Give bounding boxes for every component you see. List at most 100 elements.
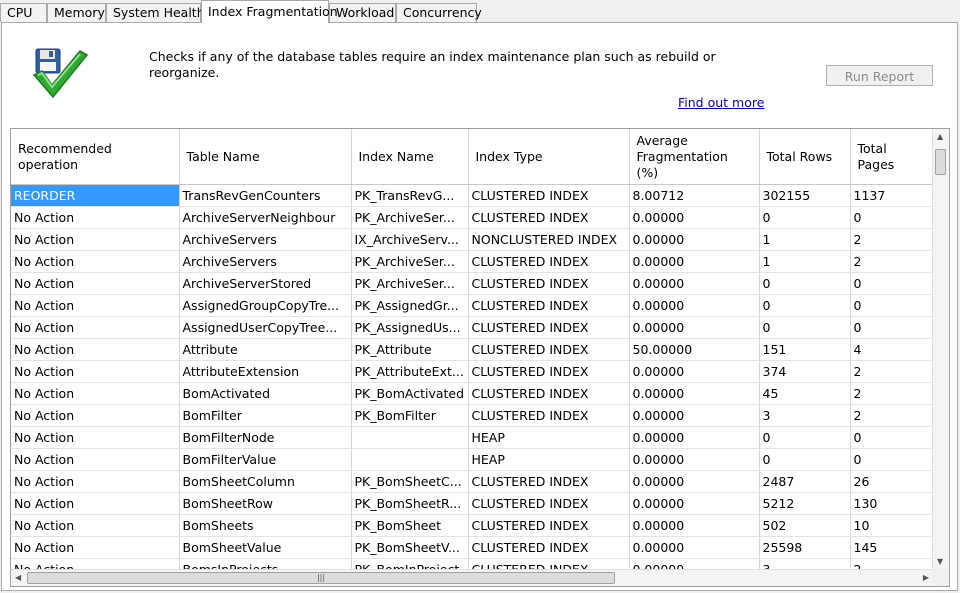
scroll-left-icon[interactable]: ◀: [15, 573, 21, 583]
table-cell[interactable]: BomActivated: [179, 382, 352, 405]
table-cell[interactable]: No Action: [11, 536, 180, 559]
table-row[interactable]: No Action ArchiveServerStored PK_ArchiveSe…: [11, 272, 935, 295]
table-cell[interactable]: BomSheetValue: [179, 536, 352, 559]
table-cell[interactable]: 25598: [759, 536, 851, 559]
table-cell[interactable]: PK_BomActivated: [351, 382, 469, 405]
table-cell[interactable]: ArchiveServers: [179, 250, 352, 273]
vertical-scrollbar[interactable]: ▲ ▼: [932, 129, 949, 570]
table-cell[interactable]: PK_ArchiveSer...: [351, 206, 469, 229]
table-cell[interactable]: CLUSTERED INDEX: [468, 404, 630, 427]
table-cell[interactable]: IX_ArchiveServ...: [351, 228, 469, 251]
table-cell[interactable]: Attribute: [179, 338, 352, 361]
table-cell[interactable]: CLUSTERED INDEX: [468, 514, 630, 537]
table-cell[interactable]: No Action: [11, 448, 180, 471]
table-cell[interactable]: CLUSTERED INDEX: [468, 206, 630, 229]
table-cell[interactable]: PK_AttributeExt...: [351, 360, 469, 383]
table-cell[interactable]: 0.00000: [629, 294, 760, 317]
table-cell[interactable]: 1: [759, 250, 851, 273]
table-cell[interactable]: 0.00000: [629, 426, 760, 449]
table-cell[interactable]: No Action: [11, 426, 180, 449]
table-cell[interactable]: PK_ArchiveSer...: [351, 272, 469, 295]
table-cell[interactable]: CLUSTERED INDEX: [468, 316, 630, 339]
table-cell[interactable]: No Action: [11, 294, 180, 317]
table-cell[interactable]: ArchiveServerStored: [179, 272, 352, 295]
table-row[interactable]: REORDER TransRevGenCounters PK_TransRevG..…: [11, 184, 935, 207]
table-cell[interactable]: CLUSTERED INDEX: [468, 338, 630, 361]
table-cell[interactable]: No Action: [11, 470, 180, 493]
table-row[interactable]: No Action BomSheetColumn PK_BomSheetC... CL…: [11, 470, 935, 493]
table-cell[interactable]: PK_BomSheet: [351, 514, 469, 537]
table-cell[interactable]: 2: [850, 360, 935, 383]
table-row[interactable]: No Action AssignedGroupCopyTre... PK_Assig…: [11, 294, 935, 317]
table-row[interactable]: No Action AssignedUserCopyTree... PK_Assig…: [11, 316, 935, 339]
table-cell[interactable]: No Action: [11, 382, 180, 405]
table-cell[interactable]: CLUSTERED INDEX: [468, 184, 630, 207]
vertical-scroll-thumb[interactable]: [935, 149, 946, 175]
horizontal-scrollbar[interactable]: ◀ ||| ▶: [11, 569, 933, 586]
table-cell[interactable]: No Action: [11, 272, 180, 295]
table-cell[interactable]: 0: [759, 448, 851, 471]
table-cell[interactable]: ArchiveServerNeighbour: [179, 206, 352, 229]
table-cell[interactable]: 0.00000: [629, 492, 760, 515]
table-cell[interactable]: BomFilterValue: [179, 448, 352, 471]
table-row[interactable]: No Action BomFilter PK_BomFilter CLUSTERED …: [11, 404, 935, 427]
table-cell[interactable]: 0: [850, 316, 935, 339]
table-cell[interactable]: No Action: [11, 338, 180, 361]
table-cell[interactable]: 0.00000: [629, 382, 760, 405]
table-cell[interactable]: 0.00000: [629, 316, 760, 339]
table-cell[interactable]: CLUSTERED INDEX: [468, 470, 630, 493]
find-out-more-link[interactable]: Find out more: [678, 95, 764, 110]
table-row[interactable]: No Action BomSheetValue PK_BomSheetV... CLU…: [11, 536, 935, 559]
table-cell[interactable]: 374: [759, 360, 851, 383]
table-cell[interactable]: CLUSTERED INDEX: [468, 536, 630, 559]
table-cell[interactable]: 0.00000: [629, 536, 760, 559]
table-cell[interactable]: CLUSTERED INDEX: [468, 272, 630, 295]
tab-workload[interactable]: Workload: [329, 3, 396, 22]
table-row[interactable]: No Action ArchiveServerNeighbour PK_Archiv…: [11, 206, 935, 229]
table-cell[interactable]: 145: [850, 536, 935, 559]
table-cell[interactable]: 50.00000: [629, 338, 760, 361]
table-cell[interactable]: PK_BomSheetR...: [351, 492, 469, 515]
table-cell[interactable]: 0.00000: [629, 448, 760, 471]
table-cell[interactable]: PK_BomFilter: [351, 404, 469, 427]
fragmentation-grid[interactable]: Recommended operation Table Name Index Nam…: [10, 128, 950, 587]
table-cell[interactable]: 2: [850, 228, 935, 251]
scroll-down-icon[interactable]: ▼: [937, 557, 943, 567]
table-cell[interactable]: BomSheets: [179, 514, 352, 537]
table-row[interactable]: No Action AttributeExtension PK_AttributeE…: [11, 360, 935, 383]
table-cell[interactable]: 2: [850, 250, 935, 273]
table-cell[interactable]: No Action: [11, 492, 180, 515]
table-cell[interactable]: 0: [850, 294, 935, 317]
table-cell[interactable]: AssignedGroupCopyTre...: [179, 294, 352, 317]
table-cell[interactable]: 0: [759, 272, 851, 295]
tab-cpu[interactable]: CPU: [0, 3, 47, 22]
table-cell[interactable]: 0: [759, 206, 851, 229]
table-cell[interactable]: 0.00000: [629, 514, 760, 537]
table-cell[interactable]: 3: [759, 404, 851, 427]
table-cell[interactable]: CLUSTERED INDEX: [468, 294, 630, 317]
table-cell[interactable]: 0: [759, 426, 851, 449]
table-cell[interactable]: 0: [850, 272, 935, 295]
table-cell[interactable]: PK_AssignedGr...: [351, 294, 469, 317]
table-cell[interactable]: BomSheetRow: [179, 492, 352, 515]
table-cell[interactable]: 26: [850, 470, 935, 493]
table-cell[interactable]: 0: [850, 206, 935, 229]
table-cell[interactable]: BomFilterNode: [179, 426, 352, 449]
table-cell[interactable]: 0: [850, 448, 935, 471]
table-cell[interactable]: AssignedUserCopyTree...: [179, 316, 352, 339]
column-header[interactable]: Table Name: [179, 129, 352, 185]
table-row[interactable]: No Action BomFilterNode HEAP 0.00000 0 0: [11, 426, 935, 449]
table-row[interactable]: No Action BomSheets PK_BomSheet CLUSTERED I…: [11, 514, 935, 537]
table-cell[interactable]: 0.00000: [629, 272, 760, 295]
table-cell[interactable]: BomSheetColumn: [179, 470, 352, 493]
table-cell[interactable]: 0: [759, 294, 851, 317]
table-row[interactable]: No Action BomSheetRow PK_BomSheetR... CLUST…: [11, 492, 935, 515]
table-cell[interactable]: 0.00000: [629, 228, 760, 251]
table-cell[interactable]: 5212: [759, 492, 851, 515]
table-cell[interactable]: No Action: [11, 228, 180, 251]
column-header[interactable]: Index Name: [351, 129, 469, 185]
table-cell[interactable]: 0.00000: [629, 470, 760, 493]
table-cell[interactable]: CLUSTERED INDEX: [468, 360, 630, 383]
table-cell[interactable]: BomFilter: [179, 404, 352, 427]
table-cell[interactable]: PK_Attribute: [351, 338, 469, 361]
